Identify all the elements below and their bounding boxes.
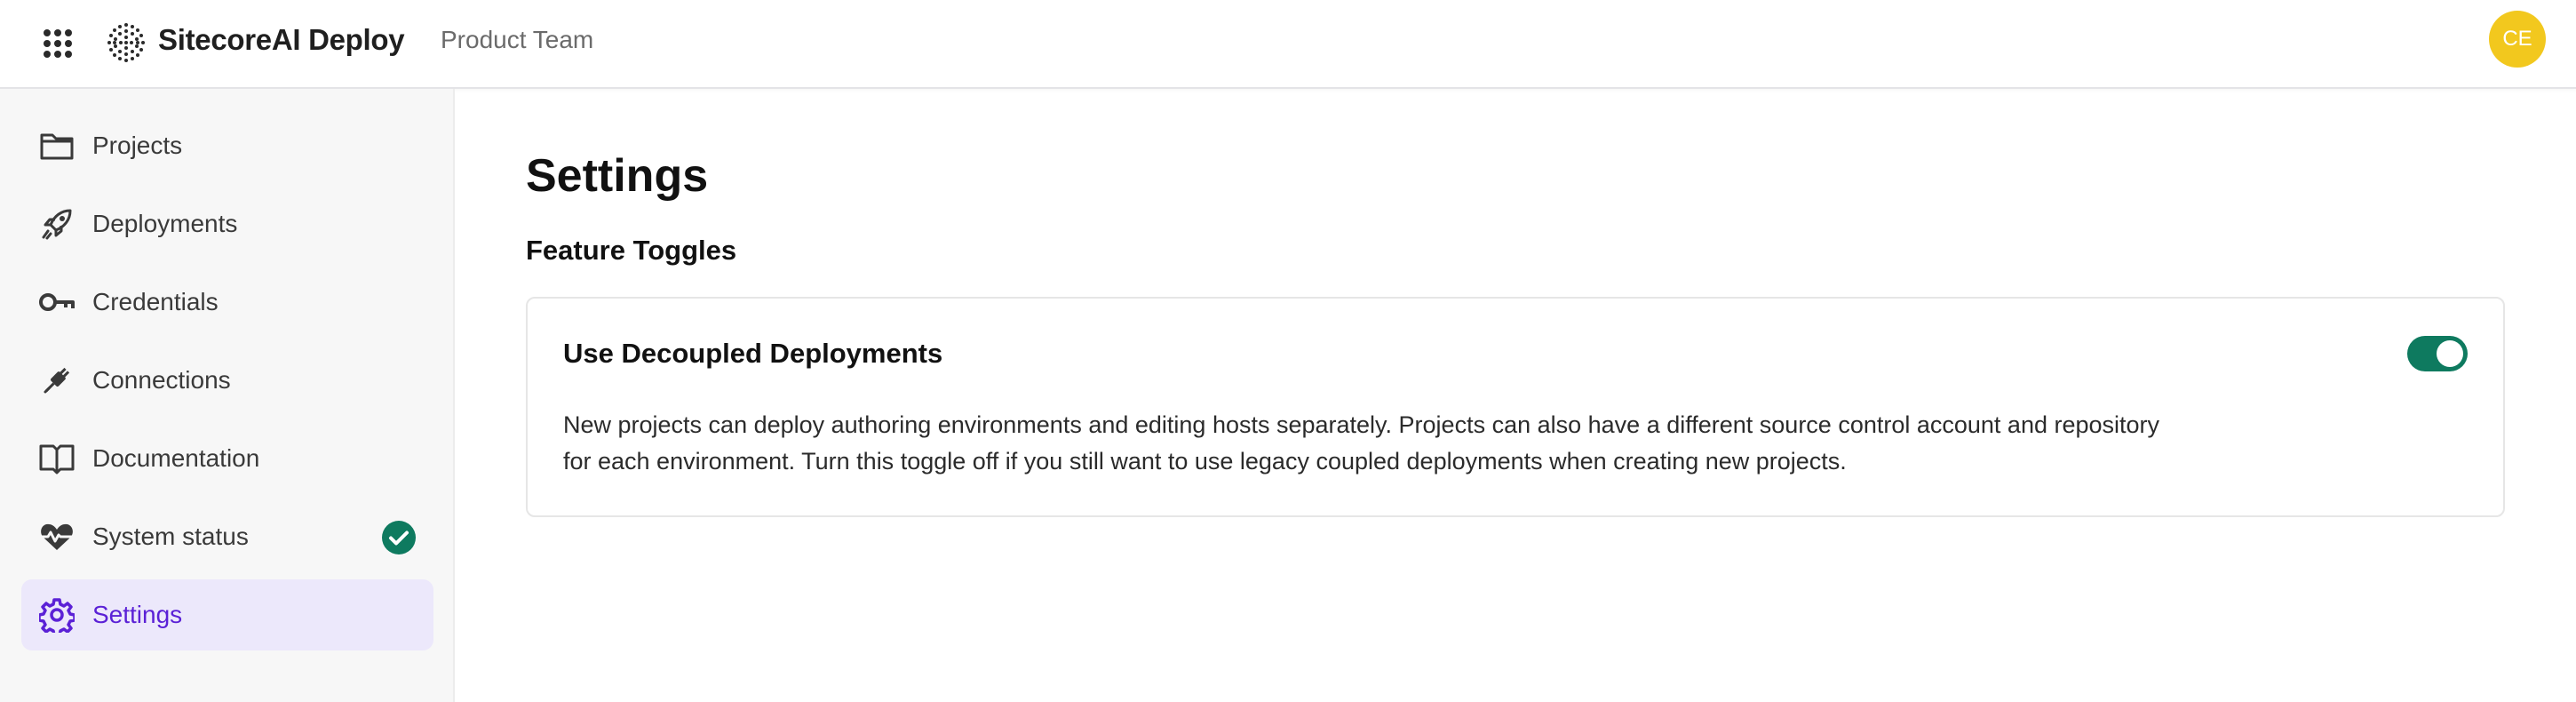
- page-title: Settings: [526, 150, 709, 202]
- feature-toggle-card: Use Decoupled Deployments New projects c…: [526, 297, 2505, 517]
- main-content: Settings Feature Toggles Use Decoupled D…: [457, 89, 2576, 702]
- sidebar-item-system-status[interactable]: System status: [21, 501, 433, 572]
- check-circle-icon: [382, 521, 416, 554]
- rocket-icon: [39, 206, 75, 242]
- sidebar-item-credentials[interactable]: Credentials: [21, 267, 433, 338]
- gear-icon: [39, 597, 75, 633]
- sidebar-item-projects[interactable]: Projects: [21, 110, 433, 181]
- sidebar-item-label: Projects: [92, 132, 183, 159]
- heartbeat-icon: [39, 519, 75, 554]
- folder-icon: [39, 128, 75, 164]
- grid-dots-icon: [44, 29, 72, 58]
- sidebar-item-settings[interactable]: Settings: [21, 579, 433, 650]
- sidebar-item-documentation[interactable]: Documentation: [21, 423, 433, 494]
- avatar[interactable]: CE: [2489, 11, 2546, 68]
- organization-name[interactable]: Product Team: [441, 22, 593, 58]
- app-switcher-button[interactable]: [37, 23, 78, 64]
- sidebar-item-connections[interactable]: Connections: [21, 345, 433, 416]
- decoupled-deployments-toggle[interactable]: [2407, 336, 2468, 371]
- top-bar: SitecoreAI Deploy Product Team CE: [0, 0, 2576, 89]
- sidebar-item-label: Settings: [92, 601, 183, 628]
- feature-toggle-description: New projects can deploy authoring enviro…: [563, 411, 2160, 475]
- sidebar-item-label: System status: [92, 523, 249, 550]
- sidebar-item-deployments[interactable]: Deployments: [21, 188, 433, 259]
- plug-icon: [39, 363, 75, 398]
- brand-name: SitecoreAI Deploy: [158, 23, 405, 56]
- sidebar-item-label: Credentials: [92, 288, 219, 315]
- sidebar-item-label: Connections: [92, 366, 231, 394]
- book-icon: [39, 441, 75, 476]
- key-icon: [39, 284, 75, 320]
- feature-toggle-title: Use Decoupled Deployments: [563, 338, 943, 369]
- sidebar: Projects Deployments Credentials Connect…: [0, 89, 455, 702]
- toggle-knob: [2437, 340, 2463, 367]
- sitecore-logo-icon: [107, 23, 145, 62]
- sidebar-item-label: Documentation: [92, 444, 260, 472]
- sidebar-item-label: Deployments: [92, 210, 238, 237]
- section-title: Feature Toggles: [526, 235, 737, 266]
